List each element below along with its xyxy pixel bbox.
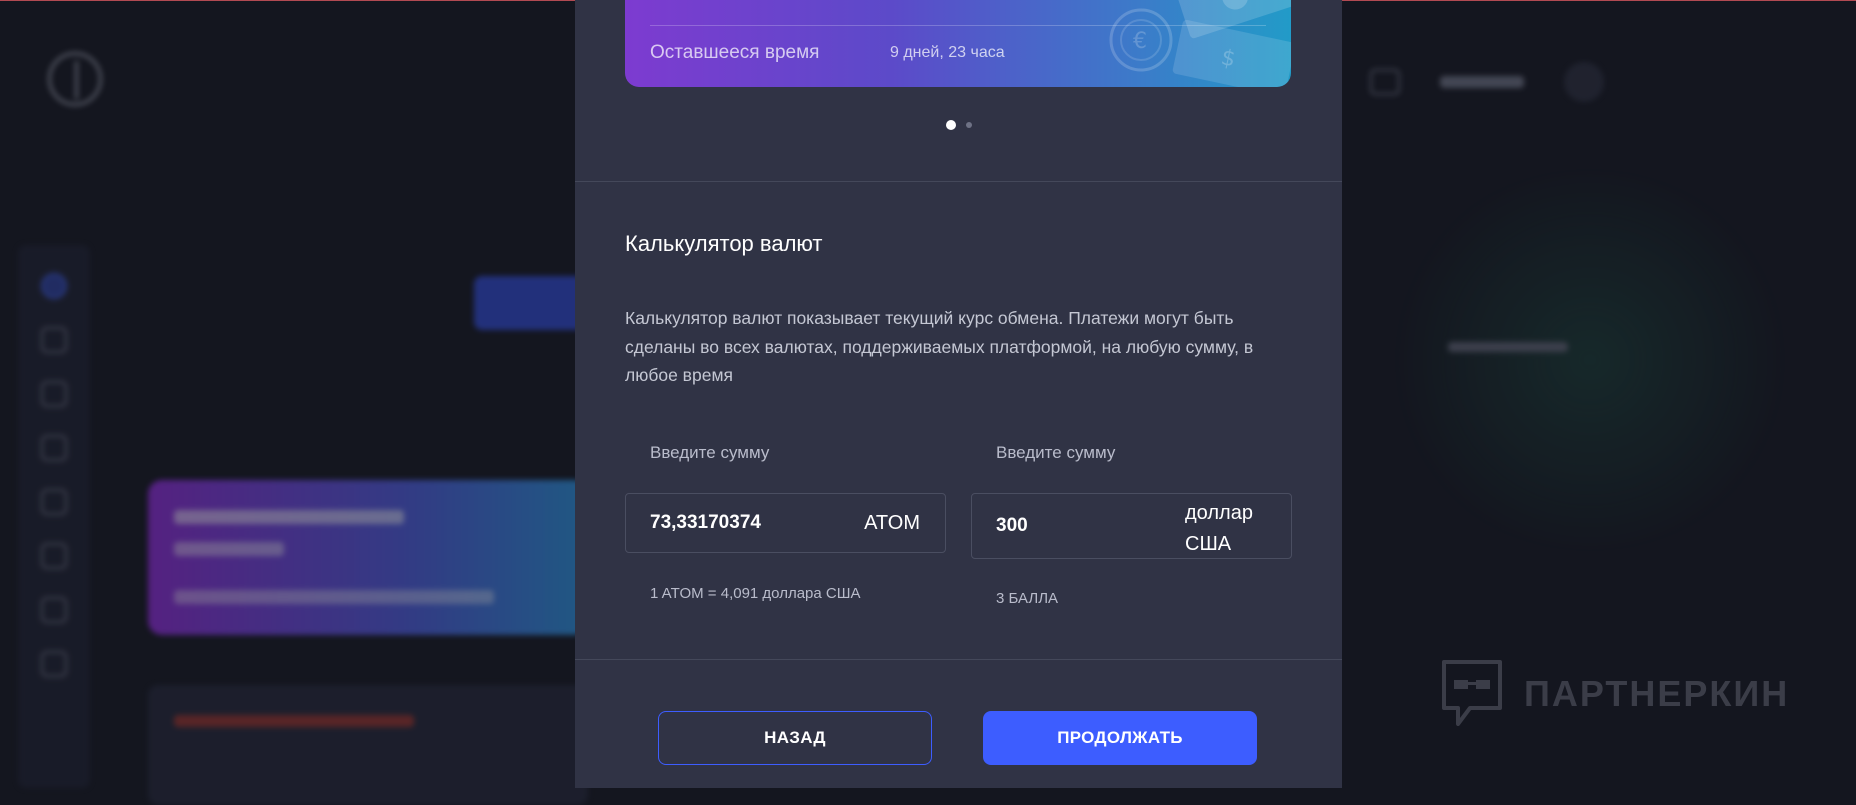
- avatar: [1564, 62, 1604, 102]
- bonus-timer-card: Оставшееся время 9 дней, 23 часа € $: [625, 0, 1291, 87]
- diamond-icon: [41, 435, 67, 461]
- remaining-time-label: Оставшееся время: [650, 42, 820, 63]
- background-logo-shape: [114, 62, 214, 96]
- cart-icon: [1370, 69, 1400, 95]
- promo-line: [174, 590, 494, 604]
- calculator-description: Калькулятор валют показывает текущий кур…: [625, 308, 1254, 385]
- points-note: 3 БАЛЛА: [996, 590, 1059, 607]
- watermark-text: ПАРТНЕРКИН: [1524, 673, 1790, 714]
- dashboard-icon: [41, 273, 67, 299]
- back-button[interactable]: НАЗАД: [658, 711, 932, 765]
- exchange-icon: [41, 381, 67, 407]
- crypto-amount-input[interactable]: [650, 512, 830, 534]
- background-bottom-card: [148, 685, 588, 805]
- remaining-time-value: 9 дней, 23 часа: [890, 44, 1005, 61]
- background-glow: [1380, 170, 1800, 550]
- divider: [575, 181, 1342, 182]
- carousel-dot-2[interactable]: [965, 122, 972, 128]
- crypto-amount-label: Введите сумму: [650, 443, 770, 462]
- carousel-dots: [575, 120, 1342, 130]
- promo-line: [174, 510, 404, 524]
- card-line: [174, 715, 414, 727]
- promo-line: [174, 542, 284, 556]
- money-illustration-icon: € $: [1109, 0, 1291, 87]
- username-placeholder: [1440, 76, 1524, 88]
- background-right-caption: [1448, 342, 1568, 352]
- users-icon: [41, 489, 67, 515]
- watermark-icon: [1442, 660, 1502, 726]
- background-logo: [48, 52, 214, 106]
- crypto-unit: ATOM: [864, 512, 920, 534]
- exchange-rate-note: 1 ATOM = 4,091 доллара США: [650, 585, 861, 602]
- watermark: ПАРТНЕРКИН: [1440, 658, 1789, 730]
- background-deposit-button: [474, 276, 584, 330]
- usd-amount-input[interactable]: [996, 515, 1176, 537]
- background-header-controls: [1300, 62, 1604, 102]
- crypto-amount-field[interactable]: ATOM: [625, 493, 946, 553]
- svg-text:€: €: [1133, 29, 1147, 54]
- divider: [575, 659, 1342, 660]
- background-sidebar: [18, 245, 90, 788]
- background-promo-card: [148, 480, 588, 635]
- star-icon: [41, 597, 67, 623]
- carousel-dot-1[interactable]: [945, 120, 956, 130]
- link-icon: [41, 651, 67, 677]
- calculator-title: Калькулятор валют: [625, 231, 823, 256]
- usd-unit: доллар США: [1185, 502, 1253, 555]
- usd-amount-field[interactable]: доллар США: [971, 493, 1292, 559]
- wallet-icon: [41, 327, 67, 353]
- continue-button[interactable]: ПРОДОЛЖАТЬ: [983, 711, 1257, 765]
- lightbulb-icon: [41, 543, 67, 569]
- logo-icon: [48, 52, 102, 106]
- currency-calculator-modal: Оставшееся время 9 дней, 23 часа € $ Кал…: [575, 0, 1342, 788]
- usd-amount-label: Введите сумму: [996, 443, 1116, 462]
